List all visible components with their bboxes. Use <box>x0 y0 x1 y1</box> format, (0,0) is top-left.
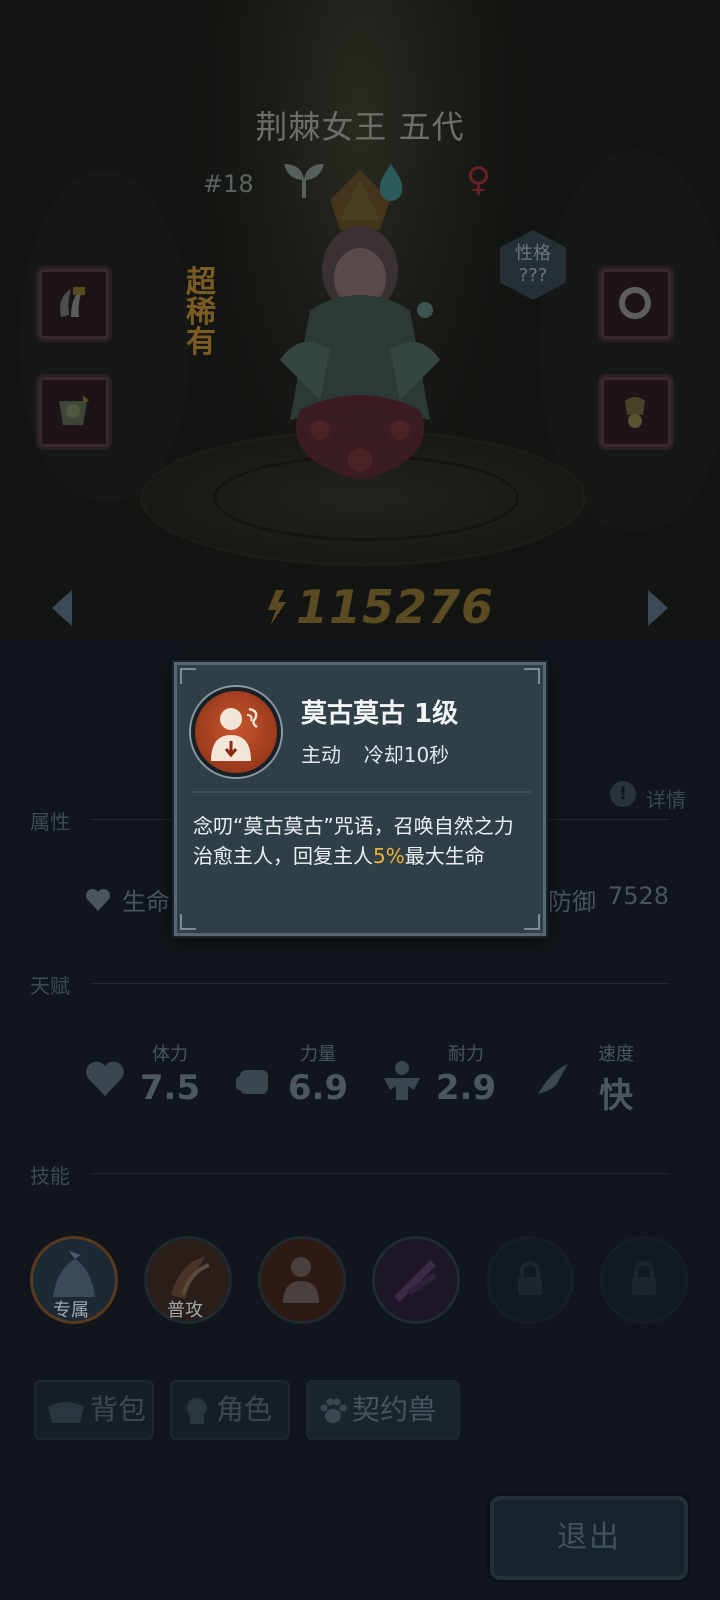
sprout-icon <box>284 164 324 198</box>
exit-button[interactable]: 退出 <box>490 1496 688 1580</box>
skill-tooltip: 莫古莫古 1级 主动 冷却10秒 念叨“莫古莫古”咒语，召唤自然之力治愈主人，回… <box>174 662 546 936</box>
equip-slot-armor[interactable] <box>36 374 112 450</box>
tab-bag[interactable]: 背包 <box>34 1380 154 1440</box>
hp-icon <box>85 888 111 911</box>
skill-title: 莫古莫古 1级 <box>301 699 459 729</box>
desc-text: 最大生命 <box>404 844 485 868</box>
hero-stage: 荆棘女王 五代 #18 ♀ 超稀有 性格 ??? 115276 <box>0 0 720 640</box>
tab-label: 背包 <box>90 1393 147 1426</box>
details-button[interactable]: 详情 <box>646 784 686 813</box>
next-hero-arrow[interactable] <box>648 590 668 626</box>
hero-number: #18 <box>203 170 254 198</box>
skill-type: 主动 <box>301 743 341 767</box>
skill-label: 普攻 <box>167 1300 203 1321</box>
skill-meta: 主动 冷却10秒 <box>301 739 449 768</box>
skill-icon <box>191 687 281 777</box>
skill-slot-thorn[interactable] <box>372 1236 460 1324</box>
skill-slot-locked[interactable] <box>486 1236 574 1324</box>
talent-name: 耐力 <box>448 1044 484 1065</box>
hero-portrait[interactable] <box>240 160 480 500</box>
attributes-title: 属性 <box>30 810 70 834</box>
divider <box>90 1173 670 1174</box>
equip-slot-claw[interactable] <box>36 266 112 342</box>
skill-slot-mogu[interactable] <box>258 1236 346 1324</box>
defense-value: 7528 <box>608 882 670 910</box>
bell-icon <box>625 397 645 428</box>
equip-slot-ring[interactable] <box>598 266 674 342</box>
tab-contract-beast[interactable]: 契约兽 <box>306 1380 460 1440</box>
equip-slot-bell[interactable] <box>598 374 674 450</box>
talent-title: 天赋 <box>30 974 70 998</box>
armor-icon <box>59 395 89 425</box>
frame-corner <box>180 914 196 930</box>
power-display: 115276 <box>258 580 493 634</box>
divider <box>90 983 670 984</box>
hp-label: 生命 <box>122 888 170 916</box>
tab-character[interactable]: 角色 <box>170 1380 290 1440</box>
lock-icon <box>518 1261 542 1295</box>
talent-stamina: 体力 7.5 <box>110 1040 230 1108</box>
tab-label: 角色 <box>216 1393 273 1426</box>
prev-hero-arrow[interactable] <box>52 590 72 626</box>
desc-highlight: 5% <box>373 844 405 868</box>
skill-slot-locked[interactable] <box>600 1236 688 1324</box>
personality-value: ??? <box>518 265 548 286</box>
rarity-label: 超稀有 <box>186 265 216 360</box>
talent-name: 速度 <box>598 1044 634 1065</box>
gender-icon: ♀ <box>466 160 491 200</box>
frame-corner <box>524 668 540 684</box>
thorn-skill-icon <box>394 1260 437 1302</box>
water-drop-icon <box>379 164 403 201</box>
lock-icon <box>632 1261 656 1295</box>
personality-label: 性格 <box>515 243 551 264</box>
ring-icon <box>619 287 651 319</box>
talent-speed: 速度 快 <box>556 1040 676 1117</box>
skill-label: 专属 <box>53 1300 89 1321</box>
talent-value: 2.9 <box>435 1068 497 1108</box>
power-value: 115276 <box>296 580 495 634</box>
hero-name: 荆棘女王 五代 <box>255 108 465 146</box>
paw-icon <box>320 1398 347 1423</box>
talent-value: 快 <box>599 1076 633 1116</box>
defense-label: 防御 <box>548 888 596 916</box>
talent-name: 体力 <box>152 1044 188 1065</box>
character-icon <box>187 1398 207 1424</box>
heal-master-icon <box>211 707 258 761</box>
talent-endurance: 耐力 2.9 <box>406 1040 526 1108</box>
claw-icon <box>60 287 85 317</box>
tooltip-divider <box>191 791 531 793</box>
frame-corner <box>180 668 196 684</box>
frame-corner <box>524 914 540 930</box>
power-icon <box>268 590 286 626</box>
info-icon[interactable]: ! <box>610 781 636 807</box>
mogu-mogu-skill-icon <box>283 1257 319 1303</box>
talent-strength: 力量 6.9 <box>258 1040 378 1108</box>
talent-value: 6.9 <box>287 1068 349 1108</box>
skill-cooldown: 冷却10秒 <box>363 743 450 767</box>
tab-label: 契约兽 <box>352 1393 437 1426</box>
skill-description: 念叨“莫古莫古”咒语，召唤自然之力治愈主人，回复主人5%最大生命 <box>193 811 533 871</box>
talent-value: 7.5 <box>139 1068 201 1108</box>
talent-name: 力量 <box>300 1044 336 1065</box>
bag-icon <box>48 1402 84 1423</box>
skills-title: 技能 <box>30 1164 70 1188</box>
